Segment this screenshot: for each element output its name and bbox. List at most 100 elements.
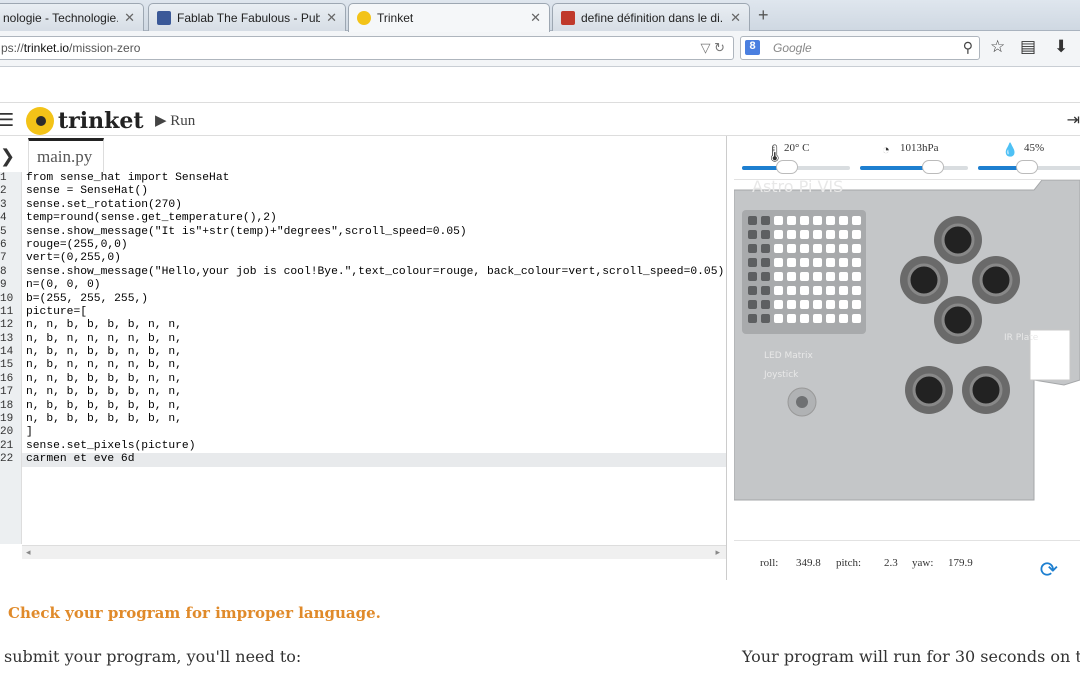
search-engine-icon[interactable]: 8 bbox=[745, 40, 760, 55]
url-bar[interactable]: ps://trinket.io/mission-zero ▽ ↻ bbox=[0, 36, 734, 60]
pressure-knob[interactable] bbox=[922, 160, 945, 174]
humidity-knob[interactable] bbox=[1015, 160, 1038, 174]
temperature-knob[interactable] bbox=[776, 160, 799, 174]
led-pixel bbox=[800, 230, 809, 239]
code-line[interactable]: sense.show_message("It is"+str(temp)+"de… bbox=[26, 226, 726, 239]
browser-tab-1[interactable]: nologie - Technologie... ✕ bbox=[0, 3, 144, 31]
download-icon[interactable]: ⬇ bbox=[1054, 37, 1068, 57]
close-icon[interactable]: ✕ bbox=[326, 10, 337, 26]
menu-icon[interactable]: ☰ bbox=[0, 110, 14, 131]
trinket-logo[interactable]: trinket bbox=[26, 107, 144, 135]
led-pixel bbox=[839, 300, 848, 309]
led-pixel bbox=[852, 286, 861, 295]
led-pixel bbox=[852, 244, 861, 253]
orientation-bar: roll: 349.8 pitch: 2.3 yaw: 179.9 ⟳ bbox=[734, 540, 1080, 583]
line-number: 20 bbox=[0, 426, 14, 439]
led-pixel bbox=[761, 258, 770, 267]
humidity-value: 45% bbox=[1024, 142, 1045, 154]
code-line[interactable]: n, n, b, b, b, b, n, n, bbox=[26, 373, 726, 386]
code-line[interactable]: n, b, n, b, b, n, b, n, bbox=[26, 346, 726, 359]
led-pixel bbox=[852, 272, 861, 281]
code-line[interactable]: rouge=(255,0,0) bbox=[26, 239, 726, 252]
code-line[interactable]: temp=round(sense.get_temperature(),2) bbox=[26, 212, 726, 225]
code-line[interactable]: vert=(0,255,0) bbox=[26, 252, 726, 265]
dictionary-icon bbox=[561, 10, 575, 25]
sign-in-icon[interactable]: ⇥ bbox=[1067, 110, 1080, 130]
code-line[interactable]: n, n, b, b, b, b, n, n, bbox=[26, 319, 726, 332]
led-pixel bbox=[852, 300, 861, 309]
led-pixel bbox=[761, 314, 770, 323]
code-line[interactable]: n=(0, 0, 0) bbox=[26, 279, 726, 292]
scroll-right-icon[interactable]: ▸ bbox=[715, 547, 720, 558]
led-pixel bbox=[774, 272, 783, 281]
code-line[interactable]: sense.set_rotation(270) bbox=[26, 199, 726, 212]
trinket-header: ☰ trinket ▶ Run ⇥ bbox=[0, 102, 1080, 136]
code-line[interactable]: sense = SenseHat() bbox=[26, 185, 726, 198]
trinket-logo-icon bbox=[26, 107, 54, 135]
search-box[interactable]: 8 Google ⚲ bbox=[740, 36, 980, 60]
reload-icon[interactable]: ▽ ↻ bbox=[700, 40, 725, 56]
submit-instructions: submit your program, you'll need to: bbox=[4, 647, 302, 666]
led-pixel bbox=[787, 300, 796, 309]
button-top-cap[interactable] bbox=[941, 223, 975, 257]
close-icon[interactable]: ✕ bbox=[530, 10, 541, 26]
close-icon[interactable]: ✕ bbox=[730, 10, 741, 26]
browser-tab-4[interactable]: define définition dans le di... ✕ bbox=[552, 3, 750, 31]
button-bottom-cap[interactable] bbox=[941, 303, 975, 337]
code-line[interactable]: n, b, n, n, n, n, b, n, bbox=[26, 333, 726, 346]
browser-tab-3[interactable]: Trinket ✕ bbox=[348, 3, 550, 32]
joystick-knob[interactable] bbox=[796, 396, 808, 408]
led-pixel bbox=[787, 244, 796, 253]
refresh-icon[interactable]: ⟳ bbox=[1040, 557, 1058, 583]
temperature-slider[interactable] bbox=[742, 160, 850, 174]
led-pixel bbox=[787, 286, 796, 295]
bookmark-star-icon[interactable]: ☆ bbox=[990, 37, 1005, 57]
button-left-cap[interactable] bbox=[907, 263, 941, 297]
code-line[interactable]: n, b, n, n, n, n, b, n, bbox=[26, 359, 726, 372]
pressure-slider[interactable] bbox=[860, 160, 968, 174]
pitch-label: pitch: bbox=[836, 557, 862, 569]
line-number: 17 bbox=[0, 386, 14, 399]
code-line[interactable]: ] bbox=[26, 426, 726, 439]
led-pixel bbox=[774, 258, 783, 267]
button-right-cap[interactable] bbox=[979, 263, 1013, 297]
humidity-slider[interactable] bbox=[978, 160, 1080, 174]
code-line[interactable]: sense.set_pixels(picture) bbox=[26, 440, 726, 453]
humidity-drop-icon: 💧 bbox=[1002, 142, 1019, 157]
file-tab-main[interactable]: main.py bbox=[28, 138, 104, 172]
button-b-cap[interactable] bbox=[969, 373, 1003, 407]
chevron-right-icon[interactable]: ❯ bbox=[0, 146, 15, 167]
code-line[interactable]: from sense_hat import SenseHat bbox=[26, 172, 726, 185]
code-line[interactable]: n, b, b, b, b, b, b, n, bbox=[26, 413, 726, 426]
line-number: 5 bbox=[0, 225, 7, 238]
code-area[interactable]: from sense_hat import SenseHat sense = Se… bbox=[22, 172, 726, 467]
file-tab-label: main.py bbox=[37, 147, 93, 166]
led-pixel bbox=[748, 244, 757, 253]
line-number: 18 bbox=[0, 399, 14, 412]
led-pixel bbox=[761, 286, 770, 295]
code-line[interactable]: n, b, b, b, b, b, b, n, bbox=[26, 400, 726, 413]
search-icon[interactable]: ⚲ bbox=[963, 39, 973, 56]
code-line[interactable]: picture=[ bbox=[26, 306, 726, 319]
horizontal-scrollbar[interactable]: ◂ ▸ bbox=[22, 545, 726, 559]
close-icon[interactable]: ✕ bbox=[124, 10, 135, 26]
run-button[interactable]: ▶ Run bbox=[155, 111, 195, 130]
code-line[interactable]: b=(255, 255, 255,) bbox=[26, 293, 726, 306]
button-a-cap[interactable] bbox=[912, 373, 946, 407]
code-line[interactable]: sense.show_message("Hello,your job is co… bbox=[26, 266, 726, 279]
browser-tab-2[interactable]: Fablab The Fabulous - Pub... ✕ bbox=[148, 3, 346, 31]
led-pixel bbox=[826, 230, 835, 239]
tab-title: nologie - Technologie... bbox=[3, 10, 119, 25]
browser-tab-bar: nologie - Technologie... ✕ Fablab The Fa… bbox=[0, 0, 1080, 32]
scroll-left-icon[interactable]: ◂ bbox=[26, 547, 31, 558]
led-pixel bbox=[813, 244, 822, 253]
url-host: trinket.io bbox=[23, 41, 70, 55]
code-line[interactable]: n, n, b, b, b, b, n, n, bbox=[26, 386, 726, 399]
joystick-label: Joystick bbox=[763, 370, 799, 380]
code-line[interactable]: carmen et eve 6d bbox=[22, 453, 726, 467]
led-pixel bbox=[839, 244, 848, 253]
new-tab-button[interactable]: + bbox=[758, 5, 769, 26]
line-number: 19 bbox=[0, 413, 14, 426]
sense-hat-emulator: 🌡 20° C ◔ 1013hPa 💧 45% Astro Pi VIS LED… bbox=[733, 136, 1080, 583]
bookmarks-list-icon[interactable]: ▤ bbox=[1020, 37, 1036, 57]
